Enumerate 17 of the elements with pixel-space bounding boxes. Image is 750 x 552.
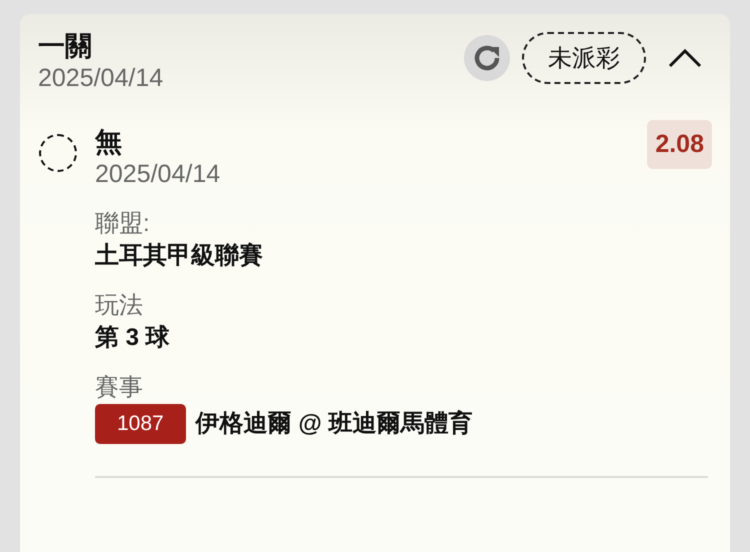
match-name: 伊格迪爾 @ 班迪爾馬體育 [196, 408, 472, 439]
refresh-icon [472, 43, 502, 73]
odds-badge: 2.08 [647, 120, 712, 169]
field-label: 賽事 [95, 373, 144, 403]
status-badge: 未派彩 [522, 32, 646, 84]
selection-date: 2025/04/14 [95, 159, 220, 190]
field-label: 聯盟: [95, 209, 151, 239]
field-value: 土耳其甲級聯賽 [95, 241, 263, 271]
refresh-button[interactable] [464, 35, 510, 81]
bet-date: 2025/04/14 [38, 63, 164, 94]
bet-title: 一關 [38, 30, 93, 62]
field-label: 玩法 [95, 291, 144, 321]
chevron-up-icon [668, 48, 702, 68]
selection-checkbox[interactable] [39, 134, 77, 172]
field-value: 第 3 球 [95, 323, 170, 353]
selection-name: 無 [95, 126, 123, 158]
match-code-badge: 1087 [95, 404, 186, 444]
